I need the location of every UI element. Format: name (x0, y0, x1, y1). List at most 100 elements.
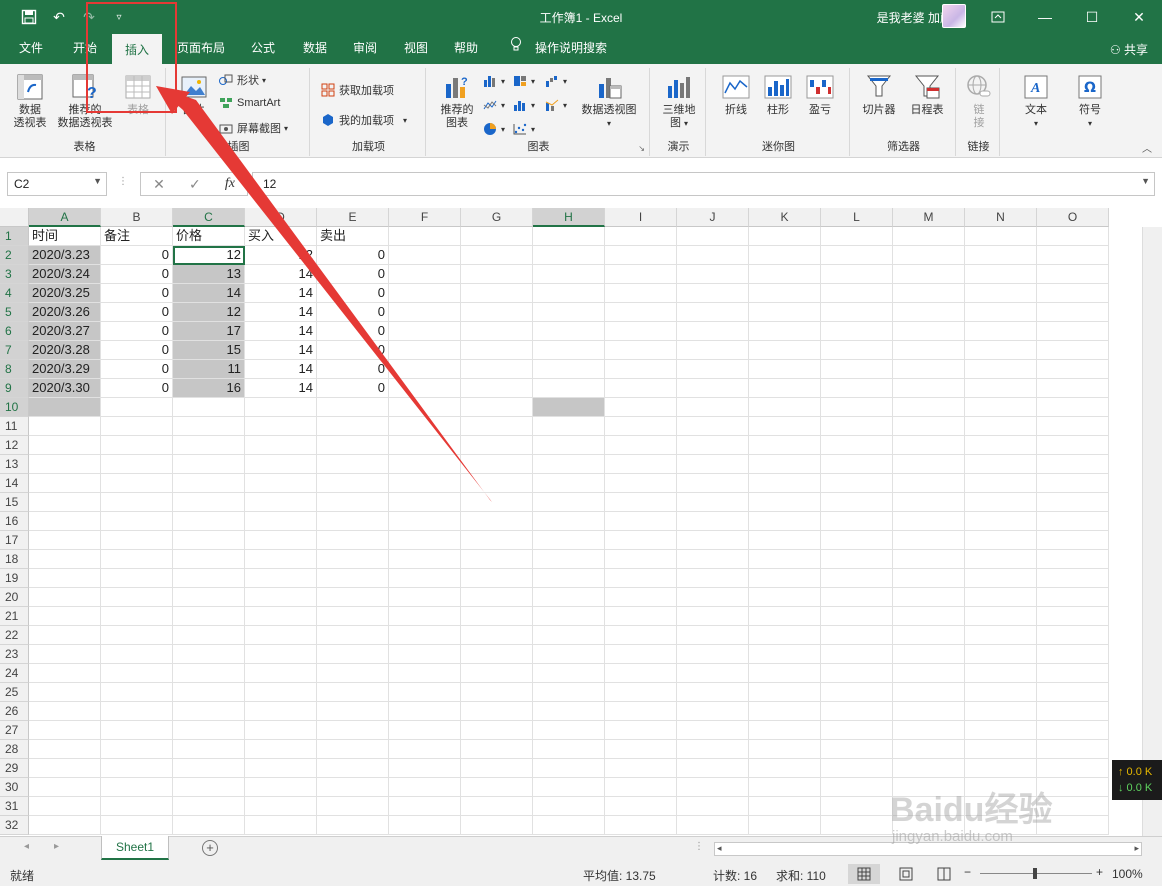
slicer-button[interactable]: 切片器 (856, 72, 902, 117)
cell[interactable] (389, 550, 461, 569)
row-header[interactable]: 31 (0, 797, 29, 816)
cell[interactable]: 0 (317, 246, 389, 265)
cell[interactable] (1037, 531, 1109, 550)
cell[interactable] (533, 512, 605, 531)
cell[interactable] (677, 341, 749, 360)
row-header[interactable]: 6 (0, 322, 29, 341)
cell[interactable] (605, 626, 677, 645)
cell[interactable] (533, 664, 605, 683)
cell[interactable] (893, 512, 965, 531)
column-header-g[interactable]: G (461, 208, 533, 227)
cell[interactable] (677, 474, 749, 493)
row-header[interactable]: 23 (0, 645, 29, 664)
cell[interactable] (389, 265, 461, 284)
cell[interactable] (29, 512, 101, 531)
cell[interactable] (29, 645, 101, 664)
scroll-right-icon[interactable]: ▸ (1134, 843, 1139, 854)
cell[interactable] (677, 740, 749, 759)
cell[interactable] (749, 645, 821, 664)
cell[interactable] (533, 265, 605, 284)
formula-input[interactable]: 12 ▼ (252, 172, 1155, 196)
cell[interactable] (317, 797, 389, 816)
cell[interactable] (461, 626, 533, 645)
cell[interactable] (1037, 265, 1109, 284)
tab-formulas[interactable]: 公式 (240, 34, 286, 64)
cell[interactable] (245, 645, 317, 664)
cell[interactable] (893, 702, 965, 721)
cell[interactable] (101, 550, 173, 569)
cell[interactable] (389, 626, 461, 645)
cell[interactable]: 0 (317, 379, 389, 398)
cell[interactable] (965, 265, 1037, 284)
cell[interactable] (893, 626, 965, 645)
cell[interactable] (461, 341, 533, 360)
tell-me-search[interactable]: 操作说明搜索 (528, 34, 614, 64)
row-header[interactable]: 15 (0, 493, 29, 512)
cell[interactable] (821, 474, 893, 493)
cell[interactable] (533, 816, 605, 835)
cell[interactable] (461, 284, 533, 303)
line-chart-button[interactable]: ▾ (482, 98, 505, 112)
screenshot-button[interactable]: 屏幕截图 ▾ (218, 120, 288, 136)
cell[interactable] (965, 227, 1037, 246)
cell[interactable] (245, 778, 317, 797)
cell[interactable] (605, 227, 677, 246)
cell[interactable] (1037, 759, 1109, 778)
cell[interactable] (605, 436, 677, 455)
hierarchy-chart-button[interactable]: ▾ (512, 74, 535, 88)
cell[interactable] (245, 531, 317, 550)
cell[interactable] (173, 474, 245, 493)
cell[interactable] (605, 341, 677, 360)
cell[interactable] (749, 550, 821, 569)
row-header[interactable]: 17 (0, 531, 29, 550)
cell[interactable] (605, 721, 677, 740)
row-header[interactable]: 21 (0, 607, 29, 626)
cell[interactable] (245, 702, 317, 721)
cell[interactable] (245, 816, 317, 835)
cell[interactable] (677, 645, 749, 664)
cell[interactable] (1037, 683, 1109, 702)
tab-page-layout[interactable]: 页面布局 (170, 34, 232, 64)
cell[interactable] (461, 246, 533, 265)
cell[interactable] (389, 531, 461, 550)
cell[interactable] (533, 322, 605, 341)
cell[interactable]: 价格 (173, 227, 245, 246)
cell[interactable] (389, 284, 461, 303)
cell[interactable]: 14 (245, 360, 317, 379)
cell[interactable]: 2020/3.25 (29, 284, 101, 303)
cell[interactable] (893, 322, 965, 341)
row-header[interactable]: 9 (0, 379, 29, 398)
cell[interactable] (821, 816, 893, 835)
column-header-i[interactable]: I (605, 208, 677, 227)
cell[interactable] (965, 531, 1037, 550)
cell[interactable] (677, 322, 749, 341)
cell[interactable] (1037, 455, 1109, 474)
cell[interactable] (29, 797, 101, 816)
cell[interactable] (821, 702, 893, 721)
zoom-in-icon[interactable]: + (1096, 865, 1103, 879)
row-header[interactable]: 18 (0, 550, 29, 569)
cell[interactable]: 0 (101, 265, 173, 284)
cell[interactable] (533, 227, 605, 246)
cell[interactable] (461, 531, 533, 550)
cell[interactable] (389, 816, 461, 835)
cell[interactable] (965, 569, 1037, 588)
cell[interactable] (749, 322, 821, 341)
cell[interactable] (101, 531, 173, 550)
row-header[interactable]: 30 (0, 778, 29, 797)
cell[interactable] (245, 512, 317, 531)
cell[interactable] (101, 740, 173, 759)
cell[interactable] (893, 645, 965, 664)
cell[interactable] (29, 398, 101, 417)
column-header-n[interactable]: N (965, 208, 1037, 227)
cell[interactable] (317, 455, 389, 474)
cell[interactable] (389, 303, 461, 322)
cell[interactable] (605, 512, 677, 531)
cell[interactable] (965, 512, 1037, 531)
cell[interactable] (101, 645, 173, 664)
cell[interactable] (749, 569, 821, 588)
cell[interactable] (101, 493, 173, 512)
cell[interactable] (389, 702, 461, 721)
cell[interactable]: 2020/3.26 (29, 303, 101, 322)
cell[interactable]: 卖出 (317, 227, 389, 246)
